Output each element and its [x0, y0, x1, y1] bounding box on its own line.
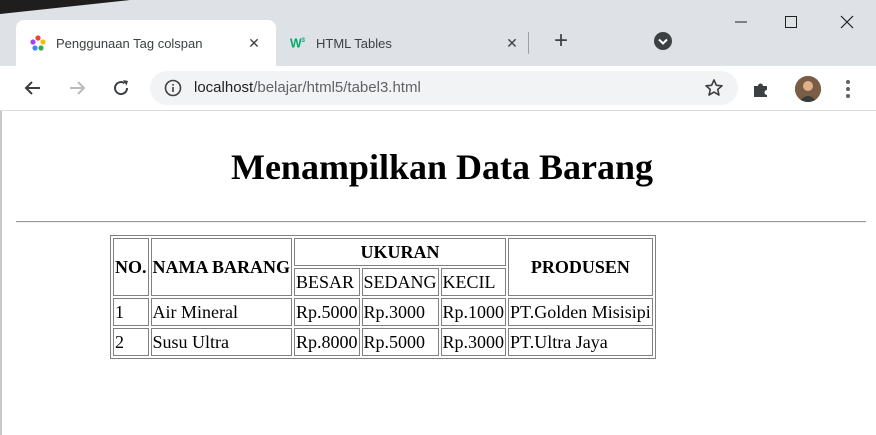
url-host: localhost	[194, 79, 254, 96]
colorful-flower-icon	[30, 35, 46, 51]
minimize-window-icon[interactable]	[716, 0, 766, 44]
tab-title: Penggunaan Tag colspan	[56, 35, 203, 51]
profile-avatar[interactable]	[795, 76, 821, 102]
header-ukuran: UKURAN	[294, 238, 507, 266]
cell-produsen: PT.Ultra Jaya	[508, 328, 653, 356]
barang-table: NO. NAMA BARANG UKURAN PRODUSEN BESAR SE…	[110, 235, 656, 359]
tab-html-tables[interactable]: W 3 HTML Tables ✕	[276, 20, 534, 66]
table-row: 1 Air Mineral Rp.5000 Rp.3000 Rp.1000 PT…	[113, 298, 653, 326]
window-corner	[0, 0, 130, 14]
close-tab-icon[interactable]: ✕	[502, 33, 522, 53]
forward-arrow-icon[interactable]	[62, 73, 92, 103]
cell-no: 1	[113, 298, 149, 326]
cell-sedang: Rp.3000	[361, 298, 439, 326]
cell-nama-barang: Air Mineral	[150, 298, 292, 326]
svg-text:3: 3	[302, 37, 306, 44]
url-text: localhost/belajar/html5/tabel3.html	[194, 78, 421, 98]
cell-besar: Rp.5000	[294, 298, 360, 326]
window-left-edge	[0, 111, 2, 435]
browser-toolbar: localhost/belajar/html5/tabel3.html	[0, 66, 876, 111]
page-content: Menampilkan Data Barang NO. NAMA BARANG …	[0, 111, 876, 435]
tab-search-icon[interactable]	[652, 30, 674, 52]
close-tab-icon[interactable]: ✕	[244, 33, 264, 53]
svg-text:W: W	[290, 36, 302, 50]
cell-kecil: Rp.1000	[440, 298, 507, 326]
table-row: 2 Susu Ultra Rp.8000 Rp.5000 Rp.3000 PT.…	[113, 328, 653, 356]
extensions-puzzle-icon[interactable]	[750, 78, 772, 100]
subheader-kecil: KECIL	[440, 268, 507, 296]
cell-no: 2	[113, 328, 149, 356]
tab-separator	[528, 32, 529, 54]
w3schools-icon: W 3	[290, 35, 306, 51]
new-tab-plus-icon[interactable]: +	[546, 26, 576, 56]
address-bar[interactable]: localhost/belajar/html5/tabel3.html	[150, 71, 738, 105]
info-icon[interactable]	[164, 79, 182, 97]
cell-besar: Rp.8000	[294, 328, 360, 356]
subheader-sedang: SEDANG	[361, 268, 439, 296]
cell-produsen: PT.Golden Misisipi	[508, 298, 653, 326]
tab-penggunaan-tag-colspan[interactable]: Penggunaan Tag colspan ✕	[16, 20, 276, 66]
maximize-window-icon[interactable]	[766, 0, 816, 44]
url-path: /belajar/html5/tabel3.html	[253, 79, 421, 96]
cell-nama-barang: Susu Ultra	[150, 328, 292, 356]
cell-kecil: Rp.3000	[440, 328, 507, 356]
header-nama-barang: NAMA BARANG	[150, 238, 292, 296]
tab-strip: Penggunaan Tag colspan ✕ W 3 HTML Tables…	[0, 0, 876, 66]
tab-title: HTML Tables	[316, 35, 392, 51]
subheader-besar: BESAR	[294, 268, 360, 296]
page-heading: Menampilkan Data Barang	[230, 147, 654, 187]
header-produsen: PRODUSEN	[508, 238, 653, 296]
bookmark-star-icon[interactable]	[704, 78, 724, 98]
header-no: NO.	[113, 238, 149, 296]
table-header-row: NO. NAMA BARANG UKURAN PRODUSEN	[113, 238, 653, 296]
cell-sedang: Rp.5000	[361, 328, 439, 356]
back-arrow-icon[interactable]	[18, 73, 48, 103]
horizontal-rule	[16, 221, 866, 223]
more-menu-icon[interactable]	[838, 76, 858, 102]
reload-icon[interactable]	[106, 73, 136, 103]
close-window-icon[interactable]	[822, 0, 872, 44]
